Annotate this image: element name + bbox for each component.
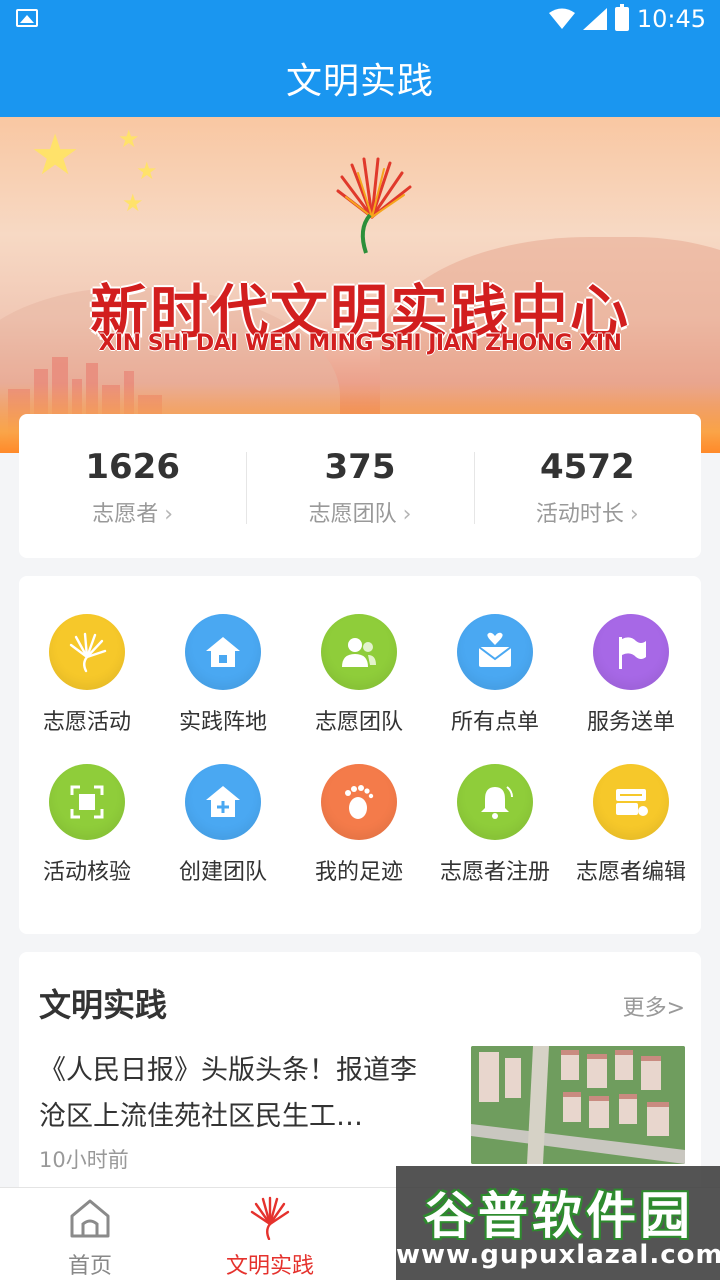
watermark-title: 谷普软件园 (424, 1187, 694, 1245)
home-plus-icon (185, 764, 261, 840)
more-link[interactable]: 更多> (623, 990, 685, 1022)
status-time: 10:45 (636, 5, 706, 33)
flag-star-icon: ★ (136, 157, 158, 185)
edit-card-icon (593, 764, 669, 840)
grid-item-label: 服务送单 (586, 710, 675, 735)
chevron-right-icon: › (402, 502, 412, 527)
grid-item-label: 志愿团队 (314, 710, 403, 735)
watermark-url: www.gupuxlazal.com (396, 1240, 720, 1270)
signal-icon (582, 8, 607, 30)
grid-item-create-team[interactable]: 创建团队 (155, 764, 291, 894)
section-title: 文明实践 (39, 986, 168, 1024)
grid-item-label: 创建团队 (178, 860, 267, 885)
stat-label: 活动时长 (535, 502, 624, 527)
news-time: 10小时前 (39, 1148, 129, 1172)
grid-item-label: 志愿活动 (42, 710, 131, 735)
flag-star-icon: ★ (30, 123, 81, 188)
grid-item-volunteer-activity[interactable]: 志愿活动 (19, 614, 155, 744)
news-section: 文明实践 更多> 《人民日报》头版头条！报道李沧区上流佳苑社区民生工… 10小时… (19, 952, 701, 1192)
grid-item-volunteer-edit[interactable]: 志愿者编辑 (563, 764, 699, 894)
chevron-right-icon: › (629, 502, 639, 527)
stat-value: 4572 (540, 447, 635, 487)
grid-item-label: 所有点单 (450, 710, 539, 735)
grid-item-label: 志愿者编辑 (575, 860, 686, 885)
status-icons: 10:45 (548, 4, 706, 34)
banner[interactable]: ★ ★ ★ ★ 新时代文明实践中心 XIN SHI DAI WEN MING S… (0, 117, 720, 453)
grid-item-practice-base[interactable]: 实践阵地 (155, 614, 291, 744)
chevron-right-icon: › (164, 502, 174, 527)
app-bar: 文明实践 (0, 38, 720, 117)
grid-item-volunteer-register[interactable]: 志愿者注册 (427, 764, 563, 894)
tab-civilization-practice[interactable]: 文明实践 (180, 1196, 360, 1280)
flag-star-icon: ★ (122, 189, 144, 217)
grid-item-service-delivery[interactable]: 服务送单 (563, 614, 699, 744)
grid-item-label: 活动核验 (42, 860, 131, 885)
status-bar: 10:45 (0, 0, 720, 38)
home-outline-icon (70, 1199, 110, 1238)
home-icon (185, 614, 261, 690)
stat-label: 志愿团队 (308, 502, 397, 527)
bell-icon (457, 764, 533, 840)
grid-item-activity-check[interactable]: 活动核验 (19, 764, 155, 894)
stat-value: 1626 (85, 447, 180, 487)
grid-item-label: 实践阵地 (178, 710, 267, 735)
flag-star-icon: ★ (118, 125, 140, 153)
stat-label: 志愿者 (92, 502, 159, 527)
stat-hours[interactable]: 4572 活动时长 › (473, 444, 701, 528)
grid-item-label: 志愿者注册 (439, 860, 550, 885)
stat-volunteers[interactable]: 1626 志愿者 › (19, 444, 246, 528)
stats-card: 1626 志愿者 › 375 志愿团队 › 4572 活动时长 › (19, 414, 701, 558)
tab-label: 文明实践 (225, 1254, 314, 1279)
civilization-logo-icon (250, 1196, 290, 1241)
page-title: 文明实践 (285, 60, 434, 102)
battery-icon (614, 4, 629, 31)
grid-item-my-footprint[interactable]: 我的足迹 (291, 764, 427, 894)
image-notification-icon (16, 9, 38, 27)
footprint-icon (321, 764, 397, 840)
wifi-icon (548, 8, 575, 29)
stat-value: 375 (324, 447, 396, 487)
team-icon (321, 614, 397, 690)
fan-icon (49, 614, 125, 690)
stat-teams[interactable]: 375 志愿团队 › (246, 444, 473, 528)
civilization-logo-icon (336, 157, 412, 254)
news-thumbnail (471, 1046, 685, 1164)
scan-icon (49, 764, 125, 840)
news-headline: 《人民日报》头版头条！报道李沧区上流佳苑社区民生工… (39, 1055, 417, 1132)
watermark: 谷普软件园 www.gupuxlazal.com (396, 1166, 720, 1280)
function-grid: 志愿活动 实践阵地 志愿团队 所有点单 服务送单 活动核验 创建团队 我的足迹 … (19, 576, 701, 934)
grid-item-all-orders[interactable]: 所有点单 (427, 614, 563, 744)
grid-item-volunteer-team[interactable]: 志愿团队 (291, 614, 427, 744)
tab-home[interactable]: 首页 (0, 1196, 180, 1280)
flag-icon (593, 614, 669, 690)
tab-label: 首页 (67, 1254, 112, 1279)
grid-item-label: 我的足迹 (314, 860, 403, 885)
mail-heart-icon (457, 614, 533, 690)
